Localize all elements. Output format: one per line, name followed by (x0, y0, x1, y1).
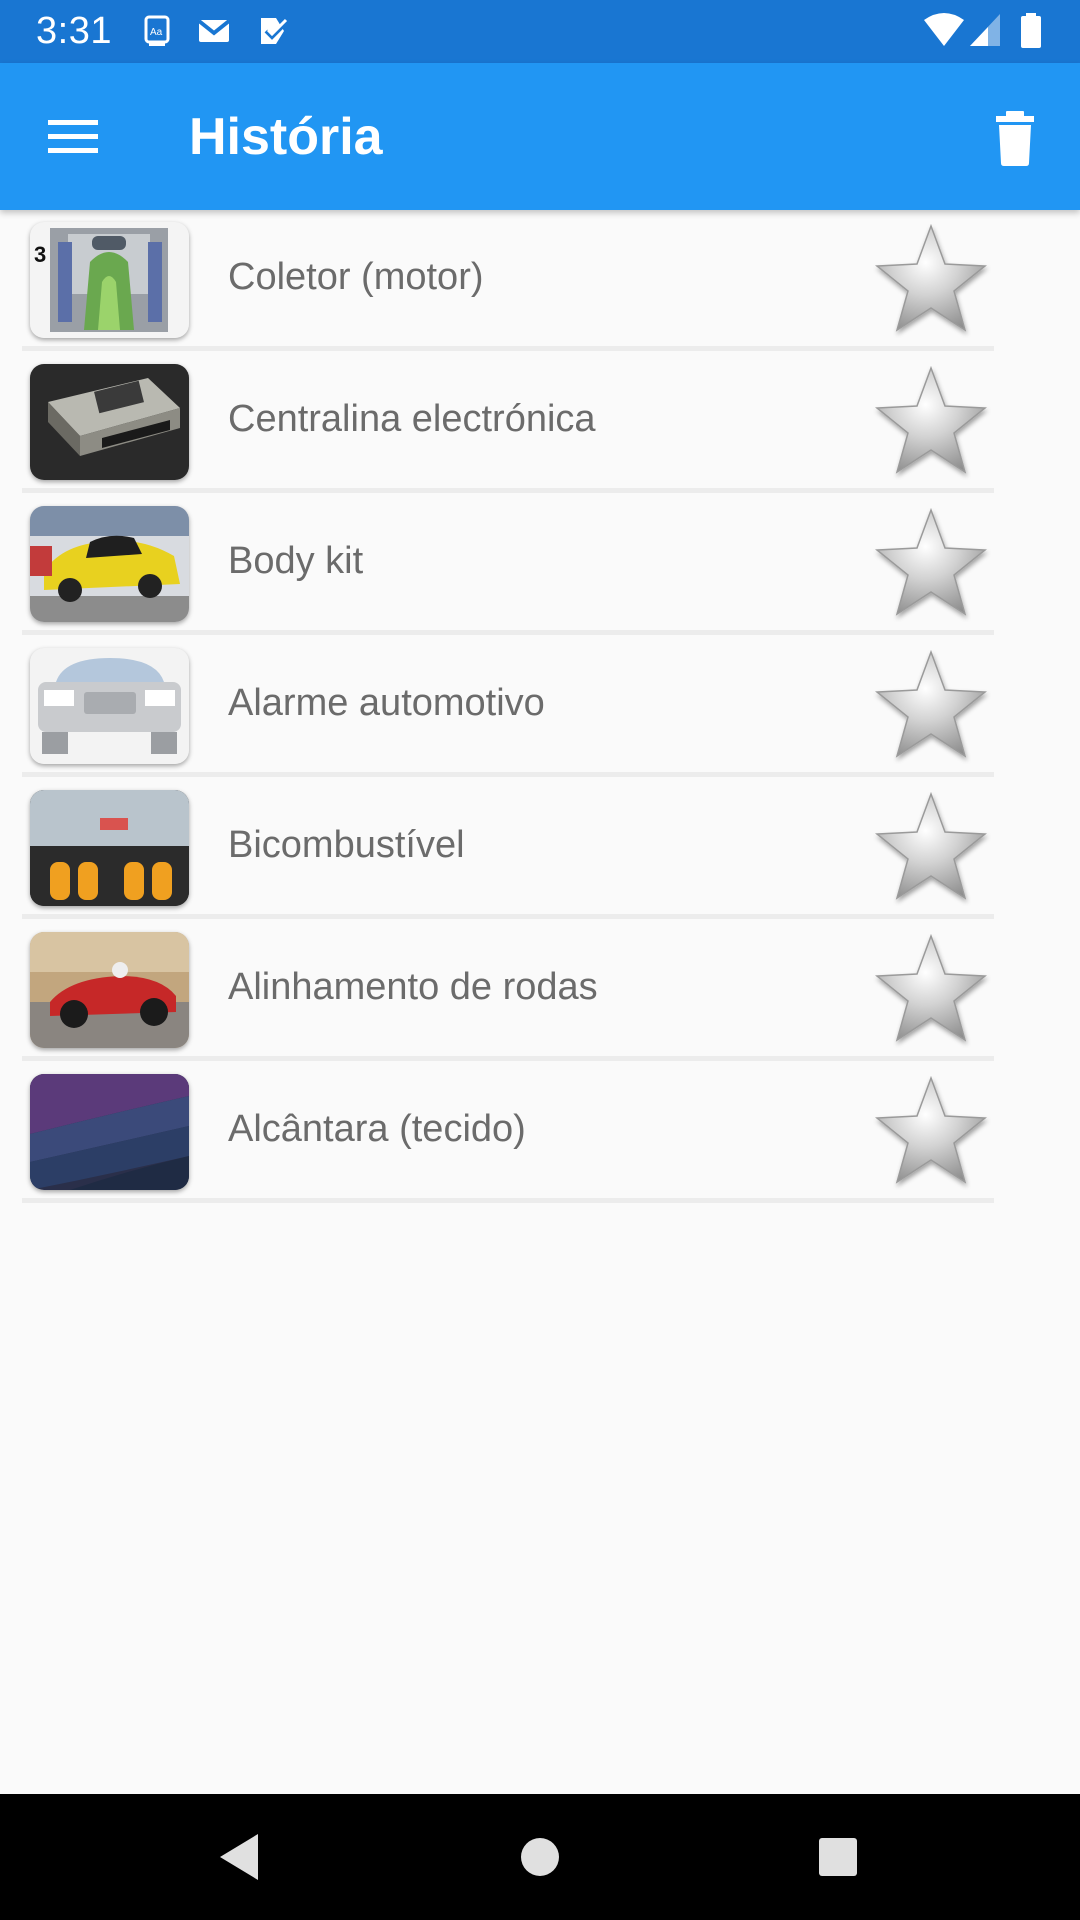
back-icon (220, 1834, 258, 1880)
race-car-thumbnail (30, 932, 189, 1048)
item-label: Alinhamento de rodas (228, 966, 598, 1008)
divider (22, 914, 994, 919)
list-item[interactable]: Body kit (0, 494, 1080, 636)
home-icon (521, 1838, 559, 1876)
divider (22, 630, 994, 635)
item-label: Coletor (motor) (228, 256, 484, 298)
list-item[interactable]: Alcântara (tecido) (0, 1062, 1080, 1204)
item-label: Alcântara (tecido) (228, 1108, 526, 1150)
status-time: 3:31 (36, 10, 112, 52)
divider (22, 772, 994, 777)
favorite-button[interactable] (870, 930, 992, 1050)
svg-text:3: 3 (34, 242, 46, 267)
signal-icon (968, 12, 1004, 50)
menu-button[interactable] (28, 101, 118, 171)
page-title: História (189, 108, 383, 166)
svg-text:Aa: Aa (150, 27, 163, 38)
battery-icon (1018, 12, 1044, 50)
favorite-button[interactable] (870, 362, 992, 482)
list-item[interactable]: Bicombustível (0, 778, 1080, 920)
recents-icon (819, 1838, 857, 1876)
star-icon (874, 649, 988, 758)
home-button[interactable] (507, 1824, 573, 1890)
gmail-icon (196, 14, 231, 48)
star-icon (874, 223, 988, 332)
clear-history-button[interactable] (980, 103, 1050, 173)
favorite-button[interactable] (870, 646, 992, 766)
divider (22, 488, 994, 493)
star-icon (874, 507, 988, 616)
star-icon (874, 1075, 988, 1184)
app-bar: História (0, 63, 1080, 210)
divider (22, 1198, 994, 1203)
star-icon (874, 933, 988, 1042)
dictionary-icon: Aa (140, 14, 174, 48)
favorite-button[interactable] (870, 220, 992, 340)
back-button[interactable] (206, 1824, 272, 1890)
task-check-icon (256, 14, 291, 48)
fabric-thumbnail (30, 1074, 189, 1190)
item-label: Centralina electrónica (228, 398, 596, 440)
item-label: Bicombustível (228, 824, 465, 866)
hamburger-menu-icon (48, 120, 98, 153)
intake-manifold-thumbnail: 3 (30, 222, 189, 338)
list-item[interactable]: Alinhamento de rodas (0, 920, 1080, 1062)
system-nav-bar (0, 1794, 1080, 1920)
history-list: 3 Coletor (motor) Centralina electrónica (0, 210, 1080, 1204)
car-alarm-thumbnail (30, 648, 189, 764)
star-icon (874, 365, 988, 474)
recents-button[interactable] (805, 1824, 871, 1890)
item-label: Alarme automotivo (228, 682, 545, 724)
divider (22, 1056, 994, 1061)
trash-icon (996, 111, 1034, 166)
item-label: Body kit (228, 540, 364, 582)
favorite-button[interactable] (870, 1072, 992, 1192)
list-item[interactable]: Alarme automotivo (0, 636, 1080, 778)
list-item[interactable]: 3 Coletor (motor) (0, 210, 1080, 352)
engine-control-unit-thumbnail (30, 364, 189, 480)
bi-fuel-thumbnail (30, 790, 189, 906)
favorite-button[interactable] (870, 788, 992, 908)
star-icon (874, 791, 988, 900)
wifi-icon (922, 12, 966, 50)
divider (22, 346, 994, 351)
body-kit-thumbnail (30, 506, 189, 622)
favorite-button[interactable] (870, 504, 992, 624)
list-item[interactable]: Centralina electrónica (0, 352, 1080, 494)
status-bar: 3:31 Aa (0, 0, 1080, 63)
